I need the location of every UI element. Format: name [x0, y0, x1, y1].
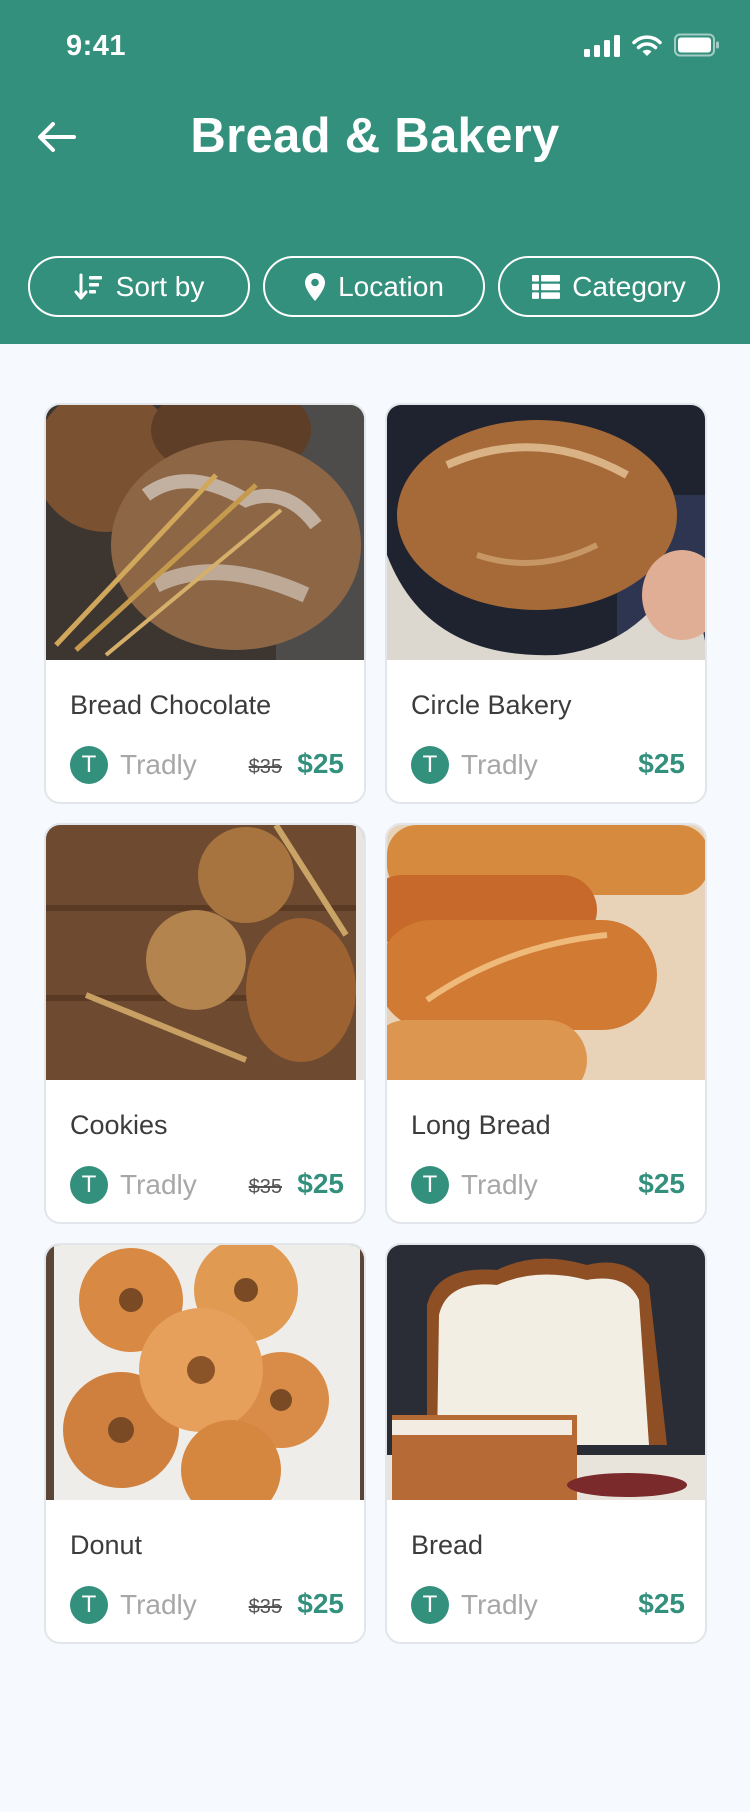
store-name: Tradly: [461, 1589, 538, 1620]
category-button[interactable]: Category: [498, 256, 720, 317]
store-info[interactable]: T Tradly: [70, 1166, 197, 1204]
category-label: Category: [572, 270, 686, 302]
product-name: Bread Chocolate: [70, 690, 272, 720]
product-card[interactable]: Cookies T Tradly $35 $25: [44, 823, 366, 1224]
store-avatar: T: [411, 1586, 449, 1624]
sort-by-button[interactable]: Sort by: [28, 256, 250, 317]
store-avatar: T: [411, 746, 449, 784]
store-avatar: T: [411, 1166, 449, 1204]
store-info[interactable]: T Tradly: [411, 1586, 538, 1624]
product-card[interactable]: Bread Chocolate T Tradly $35 $25: [44, 403, 366, 804]
original-price: $35: [248, 756, 282, 778]
status-bar: 9:41: [0, 0, 750, 90]
product-card[interactable]: Donut T Tradly $35 $25: [44, 1243, 366, 1644]
store-info[interactable]: T Tradly: [411, 1166, 538, 1204]
product-card[interactable]: Bread T Tradly $25: [385, 1243, 707, 1644]
product-name: Circle Bakery: [411, 690, 572, 720]
sort-by-label: Sort by: [115, 270, 205, 302]
store-avatar: T: [70, 746, 108, 784]
wifi-icon: [632, 35, 662, 56]
sort-icon: [74, 273, 102, 299]
page-title: Bread & Bakery: [190, 109, 560, 163]
product-price: $25: [638, 1168, 685, 1199]
product-name: Long Bread: [411, 1110, 551, 1140]
product-image-bagels: [46, 1245, 364, 1500]
status-icons: [584, 33, 720, 57]
store-info[interactable]: T Tradly: [411, 746, 538, 784]
product-image-baguettes: [387, 825, 705, 1080]
filter-bar: Sort by Location Category: [28, 256, 724, 317]
product-image-seeded-rolls: [46, 825, 364, 1080]
product-price: $25: [638, 1588, 685, 1619]
original-price: $35: [248, 1596, 282, 1618]
store-info[interactable]: T Tradly: [70, 746, 197, 784]
product-name: Bread: [411, 1530, 484, 1560]
product-card[interactable]: Circle Bakery T Tradly $25: [385, 403, 707, 804]
store-name: Tradly: [461, 1169, 538, 1200]
product-name: Donut: [70, 1530, 143, 1560]
store-name: Tradly: [120, 1589, 197, 1620]
product-image-round-loaf: [387, 405, 705, 660]
app-header: 9:41 Bread & Bakery Sort by Location Cat…: [0, 0, 750, 344]
status-time: 9:41: [66, 30, 127, 62]
map-pin-icon: [305, 272, 326, 301]
product-card[interactable]: Long Bread T Tradly $25: [385, 823, 707, 1224]
list-grid-icon: [532, 274, 561, 299]
store-info[interactable]: T Tradly: [70, 1586, 197, 1624]
product-price: $25: [297, 1168, 344, 1199]
original-price: $35: [248, 1176, 282, 1198]
store-avatar: T: [70, 1586, 108, 1624]
product-name: Cookies: [70, 1110, 168, 1140]
store-name: Tradly: [461, 749, 538, 780]
location-button[interactable]: Location: [263, 256, 485, 317]
store-name: Tradly: [120, 1169, 197, 1200]
product-price: $25: [297, 748, 344, 779]
cellular-signal-icon: [584, 35, 620, 57]
battery-icon: [674, 33, 719, 57]
product-image-sliced-loaf: [387, 1245, 705, 1500]
product-price: $25: [297, 1588, 344, 1619]
product-price: $25: [638, 748, 685, 779]
store-avatar: T: [70, 1166, 108, 1204]
product-grid: Bread Chocolate T Tradly $35 $25 Circle …: [44, 403, 707, 1644]
location-label: Location: [338, 270, 444, 302]
product-image-rustic-breads: [46, 405, 364, 660]
store-name: Tradly: [120, 749, 197, 780]
